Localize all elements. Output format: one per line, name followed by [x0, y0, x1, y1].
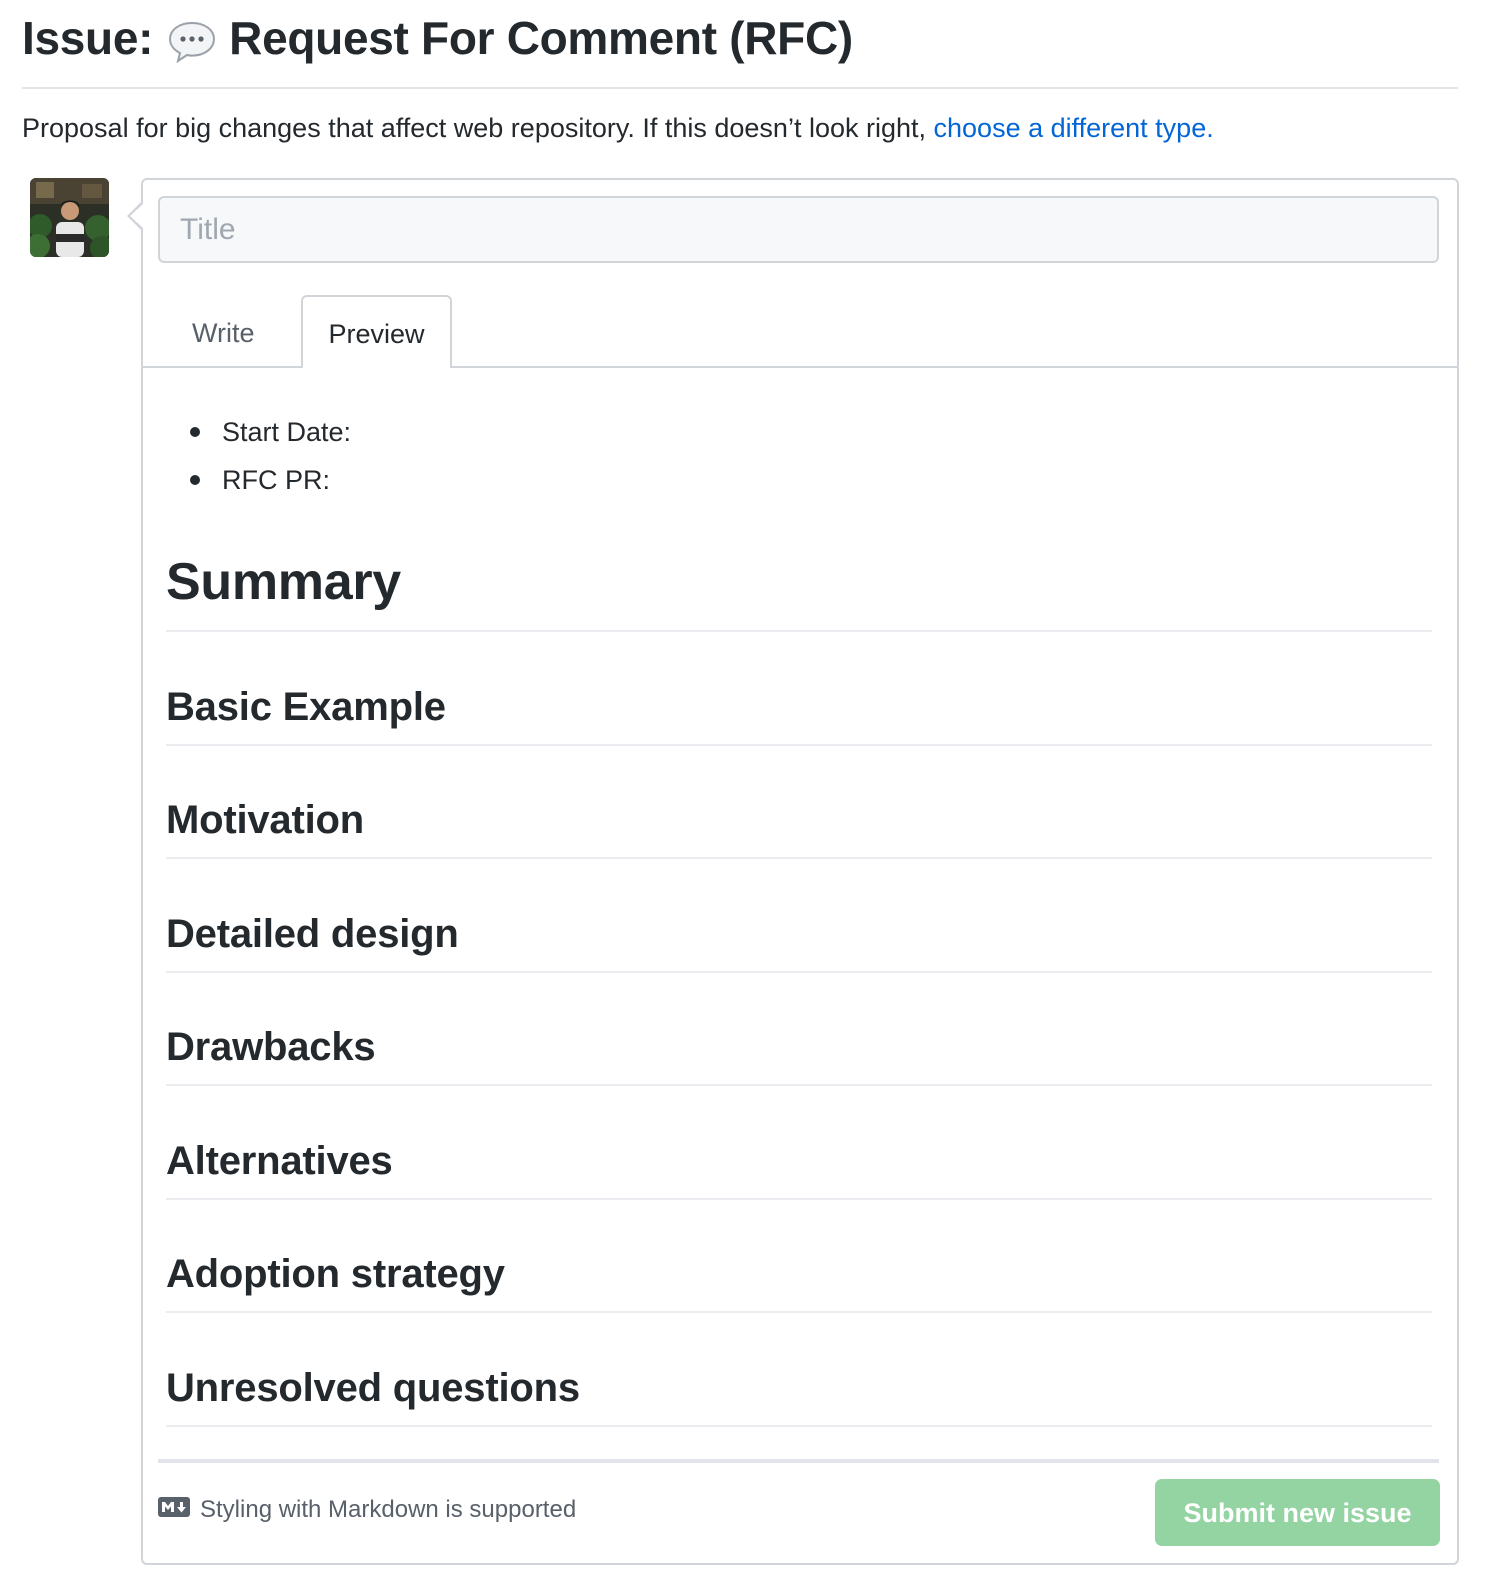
page-title: Issue: Request For Comment (RFC)	[22, 6, 853, 70]
preview-bullet-list: Start Date: RFC PR:	[166, 408, 351, 504]
markdown-hint-text[interactable]: Styling with Markdown is supported	[200, 1496, 576, 1524]
heading-motivation: Motivation	[166, 793, 1432, 859]
list-item: RFC PR:	[166, 456, 351, 504]
description-text: Proposal for big changes that affect web…	[22, 113, 934, 143]
tab-preview[interactable]: Preview	[301, 295, 452, 368]
heading-unresolved-questions: Unresolved questions	[166, 1361, 1432, 1427]
issue-type-title: Request For Comment (RFC)	[229, 12, 853, 64]
heading-adoption-strategy: Adoption strategy	[166, 1247, 1432, 1313]
submit-new-issue-button[interactable]: Submit new issue	[1155, 1479, 1440, 1546]
choose-different-type-link[interactable]: choose a different type.	[934, 113, 1214, 143]
list-item: Start Date:	[166, 408, 351, 456]
issue-type-description: Proposal for big changes that affect web…	[22, 108, 1214, 148]
tab-write[interactable]: Write	[192, 318, 255, 348]
title-input[interactable]	[158, 196, 1439, 263]
markdown-icon[interactable]	[158, 1496, 200, 1524]
heading-summary: Summary	[166, 550, 1432, 632]
heading-detailed-design: Detailed design	[166, 907, 1432, 973]
speech-balloon-icon	[167, 16, 217, 64]
form-footer-divider	[158, 1459, 1439, 1463]
heading-basic-example: Basic Example	[166, 680, 1432, 746]
heading-alternatives: Alternatives	[166, 1134, 1432, 1200]
issue-prefix: Issue:	[22, 12, 154, 64]
issue-form	[141, 178, 1459, 1565]
markdown-hint: Styling with Markdown is supported	[158, 1496, 576, 1524]
heading-drawbacks: Drawbacks	[166, 1020, 1432, 1086]
header-divider	[22, 87, 1458, 89]
avatar[interactable]	[30, 178, 109, 257]
